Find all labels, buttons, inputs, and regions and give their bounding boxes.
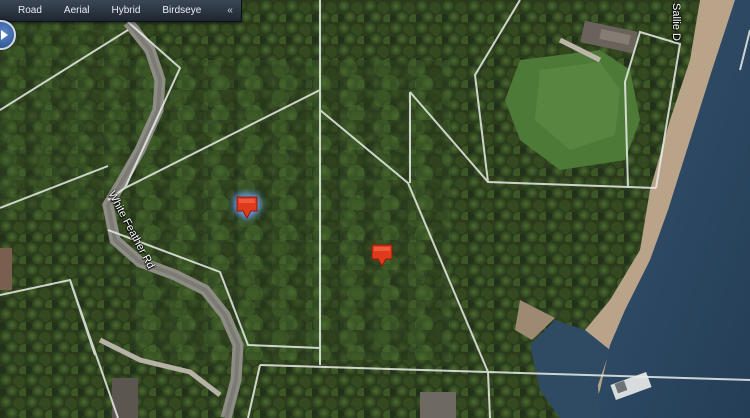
pushpin-icon[interactable]	[371, 244, 393, 268]
pushpin-icon[interactable]	[236, 196, 258, 220]
street-label-sallie: Sallie D	[669, 3, 682, 41]
map-type-hybrid[interactable]: Hybrid	[111, 0, 140, 22]
map-type-toolbar: Road Aerial Hybrid Birdseye «	[0, 0, 242, 22]
collapse-icon[interactable]: «	[223, 4, 237, 18]
map-type-aerial[interactable]: Aerial	[64, 0, 90, 22]
map-type-road[interactable]: Road	[18, 0, 42, 22]
map-type-birdseye[interactable]: Birdseye	[162, 0, 201, 22]
